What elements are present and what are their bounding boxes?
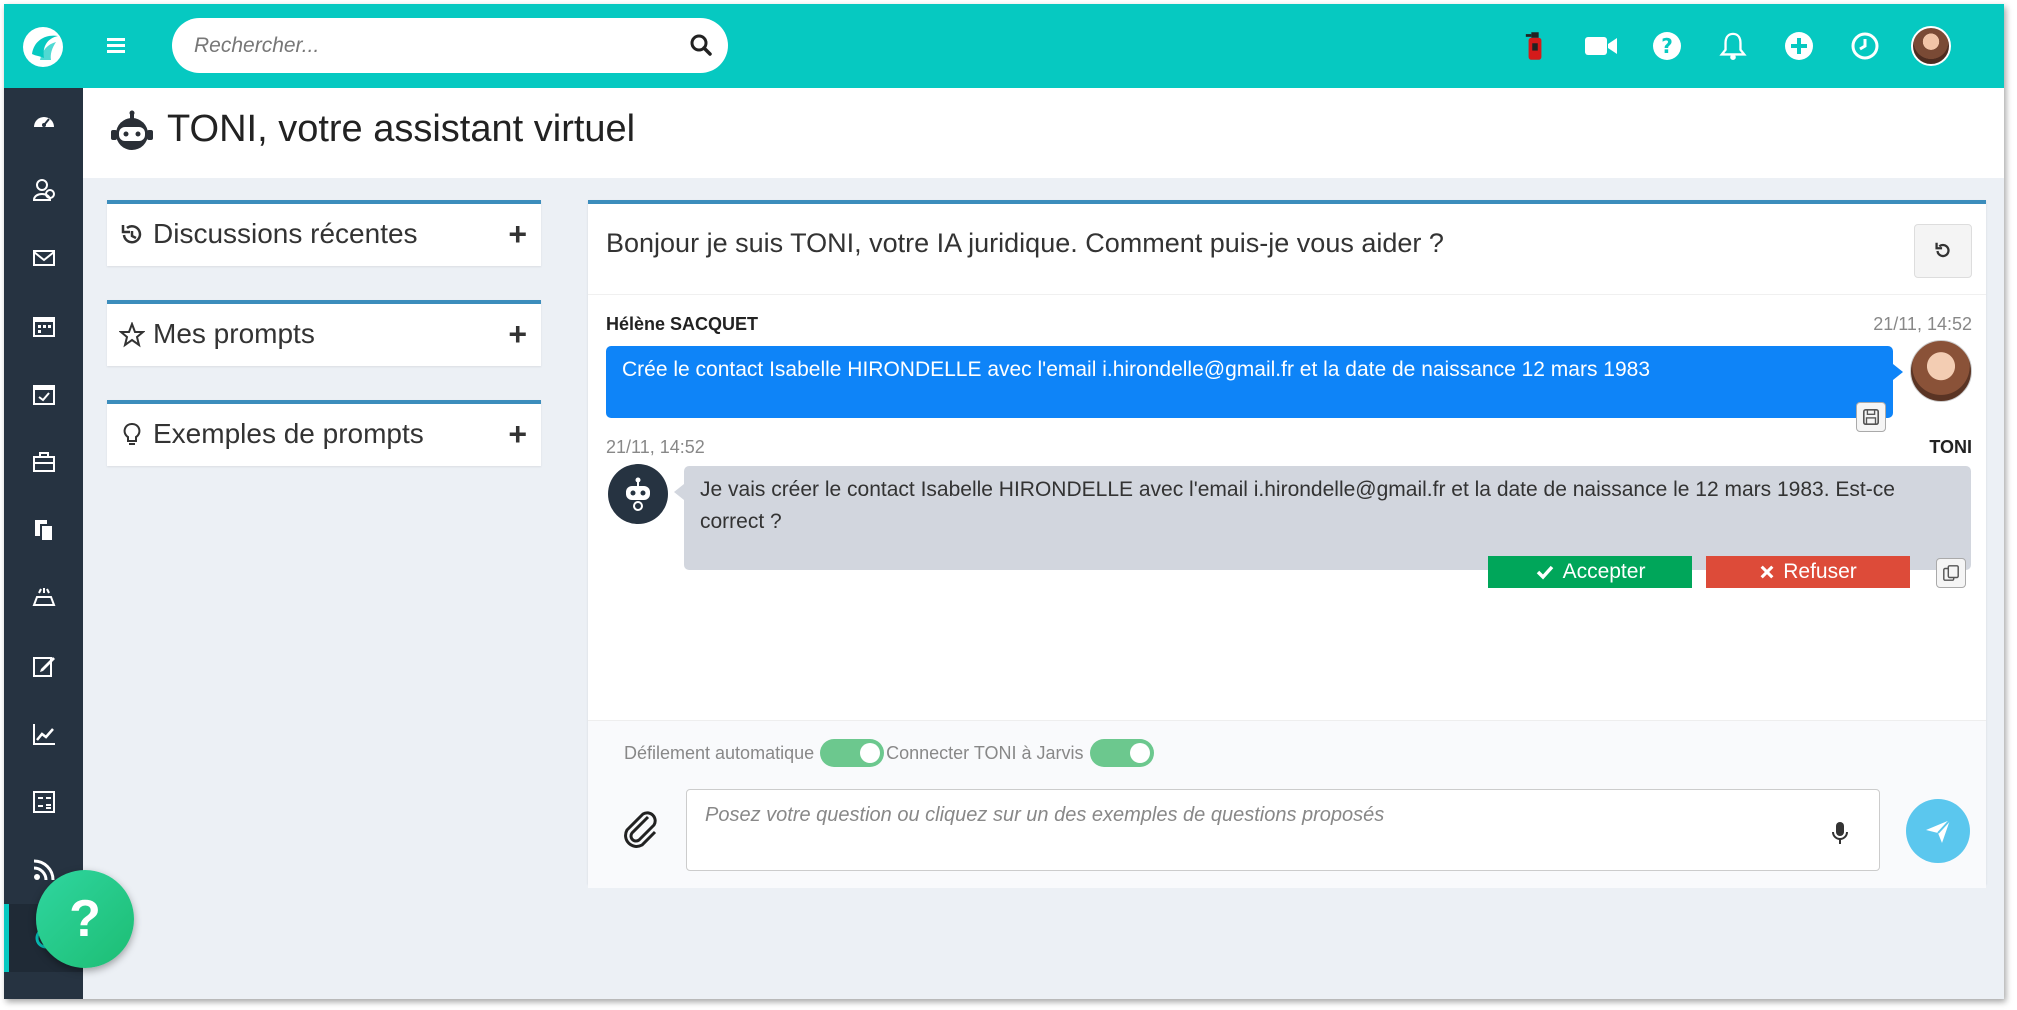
toni-message-bubble: Je vais créer le contact Isabelle HIROND… [674, 466, 1971, 570]
autoscroll-toggle[interactable] [820, 739, 885, 767]
save-prompt-icon[interactable] [1856, 402, 1886, 432]
calendar-icon[interactable] [4, 292, 83, 360]
search-input[interactable] [194, 18, 664, 73]
contacts-icon[interactable] [4, 156, 83, 224]
close-icon [1760, 565, 1774, 579]
help-circle-icon[interactable]: ? [1634, 24, 1700, 68]
top-icons: ? [1502, 24, 1964, 68]
jarvis-toggle[interactable] [1089, 739, 1154, 767]
calculator-icon[interactable] [4, 768, 83, 836]
timesheet-icon[interactable] [4, 564, 83, 632]
toggle-row: Défilement automatique Connecter TONI à … [624, 739, 1156, 767]
panel-label: Exemples de prompts [153, 418, 424, 449]
chat-footer: Défilement automatique Connecter TONI à … [588, 720, 1986, 888]
briefcase-icon[interactable] [4, 428, 83, 496]
toni-avatar [608, 464, 668, 524]
panel-recent-discussions[interactable]: Discussions récentes + [107, 200, 541, 266]
sidebar [4, 88, 83, 999]
divider [588, 294, 1986, 295]
user-message-bubble: Crée le contact Isabelle HIRONDELLE avec… [606, 346, 1903, 418]
svg-text:?: ? [1661, 34, 1673, 58]
panel-my-prompts[interactable]: Mes prompts + [107, 300, 541, 366]
refuse-button[interactable]: Refuser [1706, 556, 1910, 588]
plus-circle-icon[interactable] [1766, 24, 1832, 68]
user-avatar [1910, 340, 1972, 402]
plus-icon[interactable]: + [508, 218, 527, 250]
copy-icon[interactable] [1936, 558, 1966, 588]
calendar-check-icon[interactable] [4, 360, 83, 428]
mail-icon[interactable] [4, 224, 83, 292]
history-icon [121, 225, 142, 244]
robot-icon [111, 110, 153, 150]
message-author: TONI [1929, 437, 1972, 457]
autoscroll-label: Défilement automatique [624, 742, 815, 763]
panel-label: Discussions récentes [153, 218, 418, 249]
search-box [172, 18, 728, 73]
send-icon [1926, 819, 1951, 843]
app-window: ? TONI, votre assi [4, 4, 2004, 999]
top-bar: ? [4, 4, 2004, 88]
message-time: 21/11, 14:52 [1873, 314, 1972, 334]
menu-toggle-icon[interactable] [104, 32, 132, 60]
panel-label: Mes prompts [153, 318, 315, 349]
plus-icon[interactable]: + [508, 318, 527, 350]
help-button[interactable]: ? [36, 870, 134, 968]
check-icon [1536, 565, 1553, 580]
chat-greeting: Bonjour je suis TONI, votre IA juridique… [606, 228, 1444, 258]
message-author: Hélène SACQUET [606, 314, 759, 334]
plus-icon[interactable]: + [508, 418, 527, 450]
jarvis-label: Connecter TONI à Jarvis [886, 742, 1084, 763]
chart-icon[interactable] [4, 700, 83, 768]
video-icon[interactable] [1568, 24, 1634, 68]
chat-input-box [686, 789, 1880, 871]
search-icon[interactable] [688, 32, 714, 58]
message-time: 21/11, 14:52 [606, 437, 705, 457]
page-header: TONI, votre assistant virtuel [83, 88, 2004, 178]
lightbulb-icon [123, 423, 141, 445]
page-title: TONI, votre assistant virtuel [167, 108, 636, 150]
accept-button[interactable]: Accepter [1488, 556, 1692, 588]
dashboard-icon[interactable] [4, 88, 83, 156]
star-icon [119, 322, 145, 348]
fire-extinguisher-icon[interactable] [1502, 24, 1568, 68]
paperclip-icon[interactable] [618, 807, 662, 851]
user-avatar[interactable] [1898, 24, 1964, 68]
app-logo[interactable] [18, 22, 68, 72]
documents-icon[interactable] [4, 496, 83, 564]
reset-chat-button[interactable] [1914, 224, 1972, 278]
microphone-icon[interactable] [1829, 820, 1851, 846]
clock-icon[interactable] [1832, 24, 1898, 68]
send-button[interactable] [1906, 799, 1970, 863]
refresh-icon [1935, 242, 1950, 258]
bell-icon[interactable] [1700, 24, 1766, 68]
robot-icon [626, 477, 650, 511]
chat-panel: Bonjour je suis TONI, votre IA juridique… [588, 200, 1986, 888]
chat-input[interactable] [705, 804, 1805, 860]
panel-prompt-examples[interactable]: Exemples de prompts + [107, 400, 541, 466]
edit-icon[interactable] [4, 632, 83, 700]
